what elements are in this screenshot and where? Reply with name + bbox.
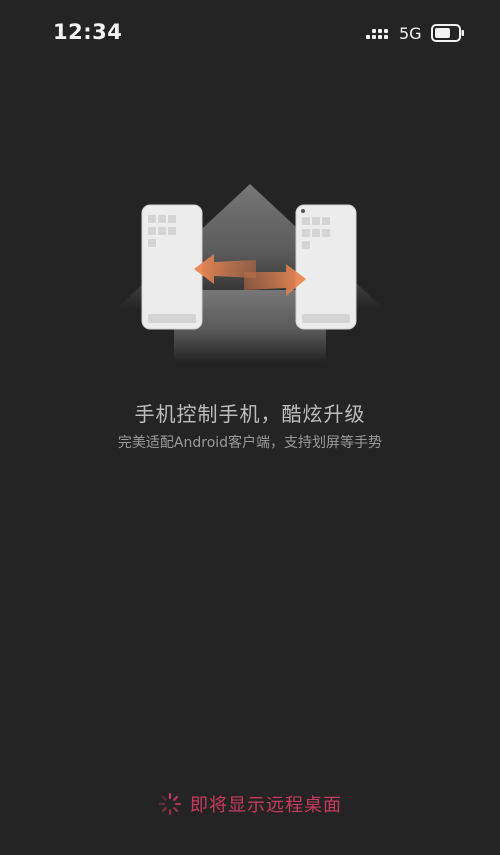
left-phone-icon [141,204,203,330]
battery-icon [431,24,464,42]
loading-text: 即将显示远程桌面 [190,795,342,816]
loading-indicator: 即将显示远程桌面 [0,790,500,818]
remote-control-illustration [115,184,385,362]
intro-title: 手机控制手机，酷炫升级 [134,402,366,426]
network-label: 5G [399,24,422,43]
signal-icon [366,29,388,39]
status-bar: 12:34 5G [0,0,500,66]
right-phone-icon [295,204,357,330]
status-time: 12:34 [53,20,123,44]
intro-subtitle: 完美适配Android客户端，支持划屏等手势 [117,435,383,451]
spinner-icon [158,792,182,816]
